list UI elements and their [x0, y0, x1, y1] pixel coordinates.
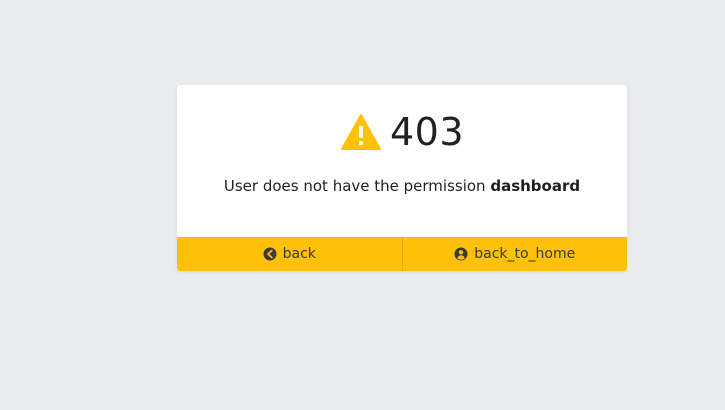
arrow-left-circle-icon [263, 247, 277, 261]
user-circle-icon [454, 247, 468, 261]
action-bar: back back_to_home [177, 237, 627, 271]
error-code: 403 [389, 110, 465, 154]
error-message-text: User does not have the permission [223, 177, 491, 195]
back-button-label: back [282, 246, 316, 262]
back-to-home-button[interactable]: back_to_home [401, 237, 628, 271]
back-button[interactable]: back [177, 237, 402, 271]
error-headline: 403 [177, 109, 627, 155]
back-to-home-button-label: back_to_home [474, 246, 576, 262]
permission-name: dashboard [490, 177, 581, 195]
page-background: 403 User does not have the permission da… [1, 1, 724, 409]
error-message: User does not have the permission dashbo… [177, 177, 627, 195]
warning-triangle-icon [340, 114, 381, 150]
error-card: 403 User does not have the permission da… [177, 85, 627, 271]
